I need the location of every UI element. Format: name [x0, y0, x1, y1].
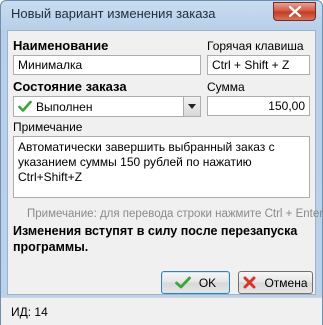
check-icon [18, 100, 32, 112]
hotkey-input[interactable]: Ctrl + Shift + Z [207, 55, 310, 75]
record-id: ИД: 14 [11, 305, 48, 319]
name-label: Наименование [13, 38, 109, 53]
note-label: Примечание [13, 120, 83, 134]
chevron-down-icon[interactable] [183, 97, 200, 116]
close-button[interactable] [273, 2, 316, 21]
hotkey-label: Горячая клавиша [207, 39, 304, 53]
state-label: Состояние заказа [13, 79, 127, 94]
dialog-window: Новый вариант изменения заказа Наименова… [0, 0, 323, 325]
check-icon [174, 276, 191, 289]
window-title: Новый вариант изменения заказа [11, 6, 216, 21]
ok-button-label: OK [198, 275, 217, 290]
title-bar[interactable]: Новый вариант изменения заказа [1, 1, 322, 29]
ok-button[interactable]: OK [161, 271, 230, 294]
cancel-button[interactable]: Отмена [238, 271, 313, 294]
cancel-button-label: Отмена [264, 275, 308, 290]
dialog-body: Наименование Горячая клавиша Минималка C… [7, 30, 323, 295]
note-hint: Примечание: для перевода строки нажмите … [27, 208, 323, 220]
name-input[interactable]: Минималка [13, 55, 201, 75]
close-icon [288, 6, 301, 17]
restart-notice: Изменения вступят в силу после перезапус… [13, 224, 298, 254]
state-select[interactable]: Выполнен [13, 96, 201, 117]
cancel-icon [243, 276, 256, 289]
sum-input[interactable]: 150,00 [207, 96, 310, 116]
sum-label: Сумма [207, 80, 245, 94]
note-textarea[interactable]: Автоматически завершить выбранный заказ … [13, 136, 310, 198]
state-value: Выполнен [36, 100, 93, 114]
status-bar: ИД: 14 [1, 297, 322, 325]
